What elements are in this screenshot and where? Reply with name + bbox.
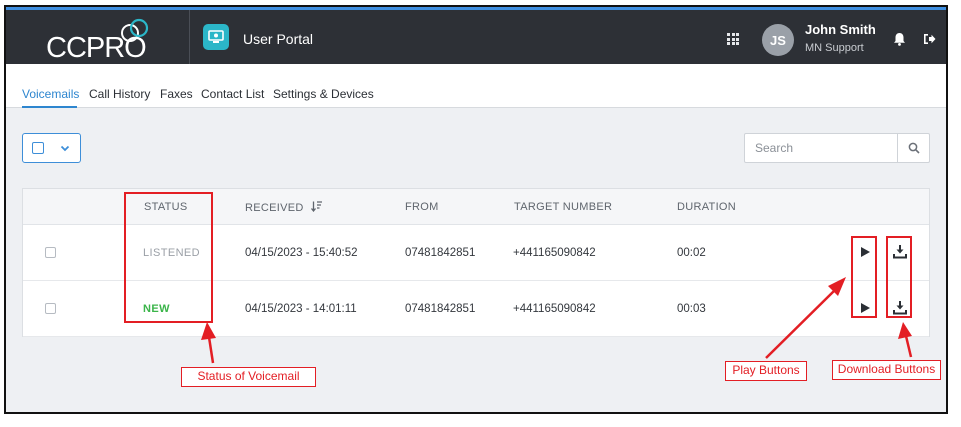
target-cell: +441165090842 [513,303,596,315]
search-icon [908,142,920,154]
row-checkbox[interactable] [45,247,56,258]
column-duration[interactable]: DURATION [677,201,736,213]
user-name: John Smith [805,22,876,37]
column-received-label: RECEIVED [245,202,304,214]
bell-icon[interactable] [893,32,906,46]
select-all-checkbox-icon [32,142,44,154]
apps-grid-icon[interactable] [727,33,739,45]
chevron-down-icon [60,145,70,152]
target-cell: +441165090842 [513,247,596,259]
search-button[interactable] [897,134,929,162]
header-divider [189,10,190,67]
status-highlight-box [124,192,213,323]
portal-title: User Portal [243,31,314,47]
row-checkbox[interactable] [45,303,56,314]
from-cell: 07481842851 [405,303,476,315]
play-highlight-box [851,236,877,318]
user-role: MN Support [805,42,864,54]
avatar[interactable]: JS [762,24,794,56]
monitor-icon [203,24,229,50]
search-box [744,133,930,163]
ccpro-logo[interactable]: CCPRO [30,18,170,64]
search-input[interactable] [745,134,897,162]
tab-bar: Voicemails Call History Faxes Contact Li… [6,64,946,108]
duration-cell: 00:03 [677,303,706,315]
from-cell: 07481842851 [405,247,476,259]
status-callout: Status of Voicemail [181,367,316,387]
top-header: CCPRO User Portal JS John Smith MN Suppo… [6,7,946,67]
logo-rings-icon [121,18,149,42]
duration-cell: 00:02 [677,247,706,259]
logout-icon[interactable] [923,33,936,45]
active-tab-indicator [22,106,77,108]
app-window: CCPRO User Portal JS John Smith MN Suppo… [4,5,948,414]
sort-desc-icon [310,201,322,213]
bulk-select-button[interactable] [22,133,81,163]
avatar-initials: JS [770,32,786,48]
tab-call-history[interactable]: Call History [89,87,150,101]
tab-settings-devices[interactable]: Settings & Devices [273,87,374,101]
download-highlight-box [886,236,912,318]
tab-voicemails[interactable]: Voicemails [22,87,79,101]
column-target-number[interactable]: TARGET NUMBER [514,201,612,213]
received-cell: 04/15/2023 - 14:01:11 [245,303,357,315]
column-from[interactable]: FROM [405,201,439,213]
received-cell: 04/15/2023 - 15:40:52 [245,247,358,259]
play-callout: Play Buttons [725,361,807,381]
download-callout: Download Buttons [832,360,941,380]
tab-faxes[interactable]: Faxes [160,87,193,101]
column-received[interactable]: RECEIVED [245,201,323,214]
tab-contact-list[interactable]: Contact List [201,87,264,101]
